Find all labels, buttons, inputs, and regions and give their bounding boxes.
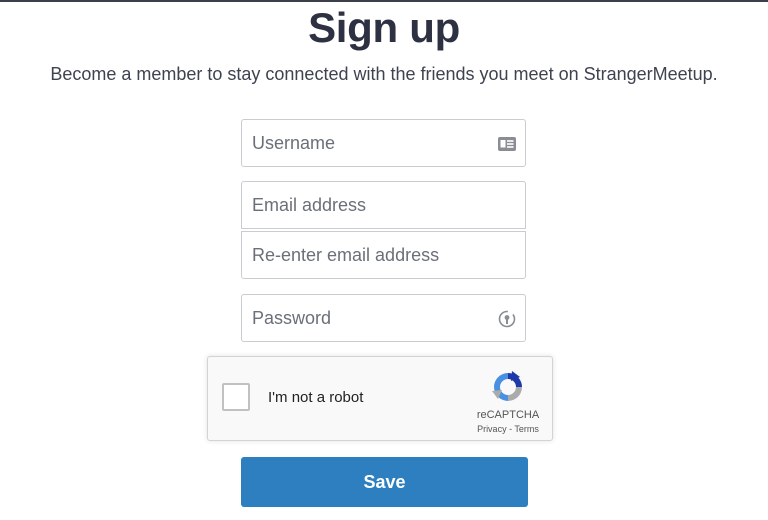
email-field-wrapper [241,181,526,229]
top-border [0,0,768,2]
recaptcha-privacy-link[interactable]: Privacy [477,424,507,434]
save-button[interactable]: Save [241,457,528,507]
id-card-icon [498,137,516,151]
email-confirm-field-wrapper [241,231,526,279]
recaptcha-links: Privacy - Terms [458,424,558,434]
page-subtitle: Become a member to stay connected with t… [50,64,718,84]
email-confirm-input[interactable] [242,232,525,278]
email-input[interactable] [242,182,525,228]
password-field-wrapper [241,294,526,342]
recaptcha-label: I'm not a robot [268,389,364,406]
username-input[interactable] [242,120,525,166]
username-field-wrapper [241,119,526,167]
password-input[interactable] [242,295,525,341]
recaptcha-brand: reCAPTCHA [476,409,540,421]
recaptcha-widget: I'm not a robot reCAPTCHA Privacy - Term… [207,356,553,441]
recaptcha-terms-link[interactable]: Terms [514,424,539,434]
recaptcha-checkbox[interactable] [222,383,250,411]
page-title: Sign up [308,4,460,51]
recaptcha-logo-icon [492,371,522,401]
password-manager-icon[interactable] [497,309,517,329]
